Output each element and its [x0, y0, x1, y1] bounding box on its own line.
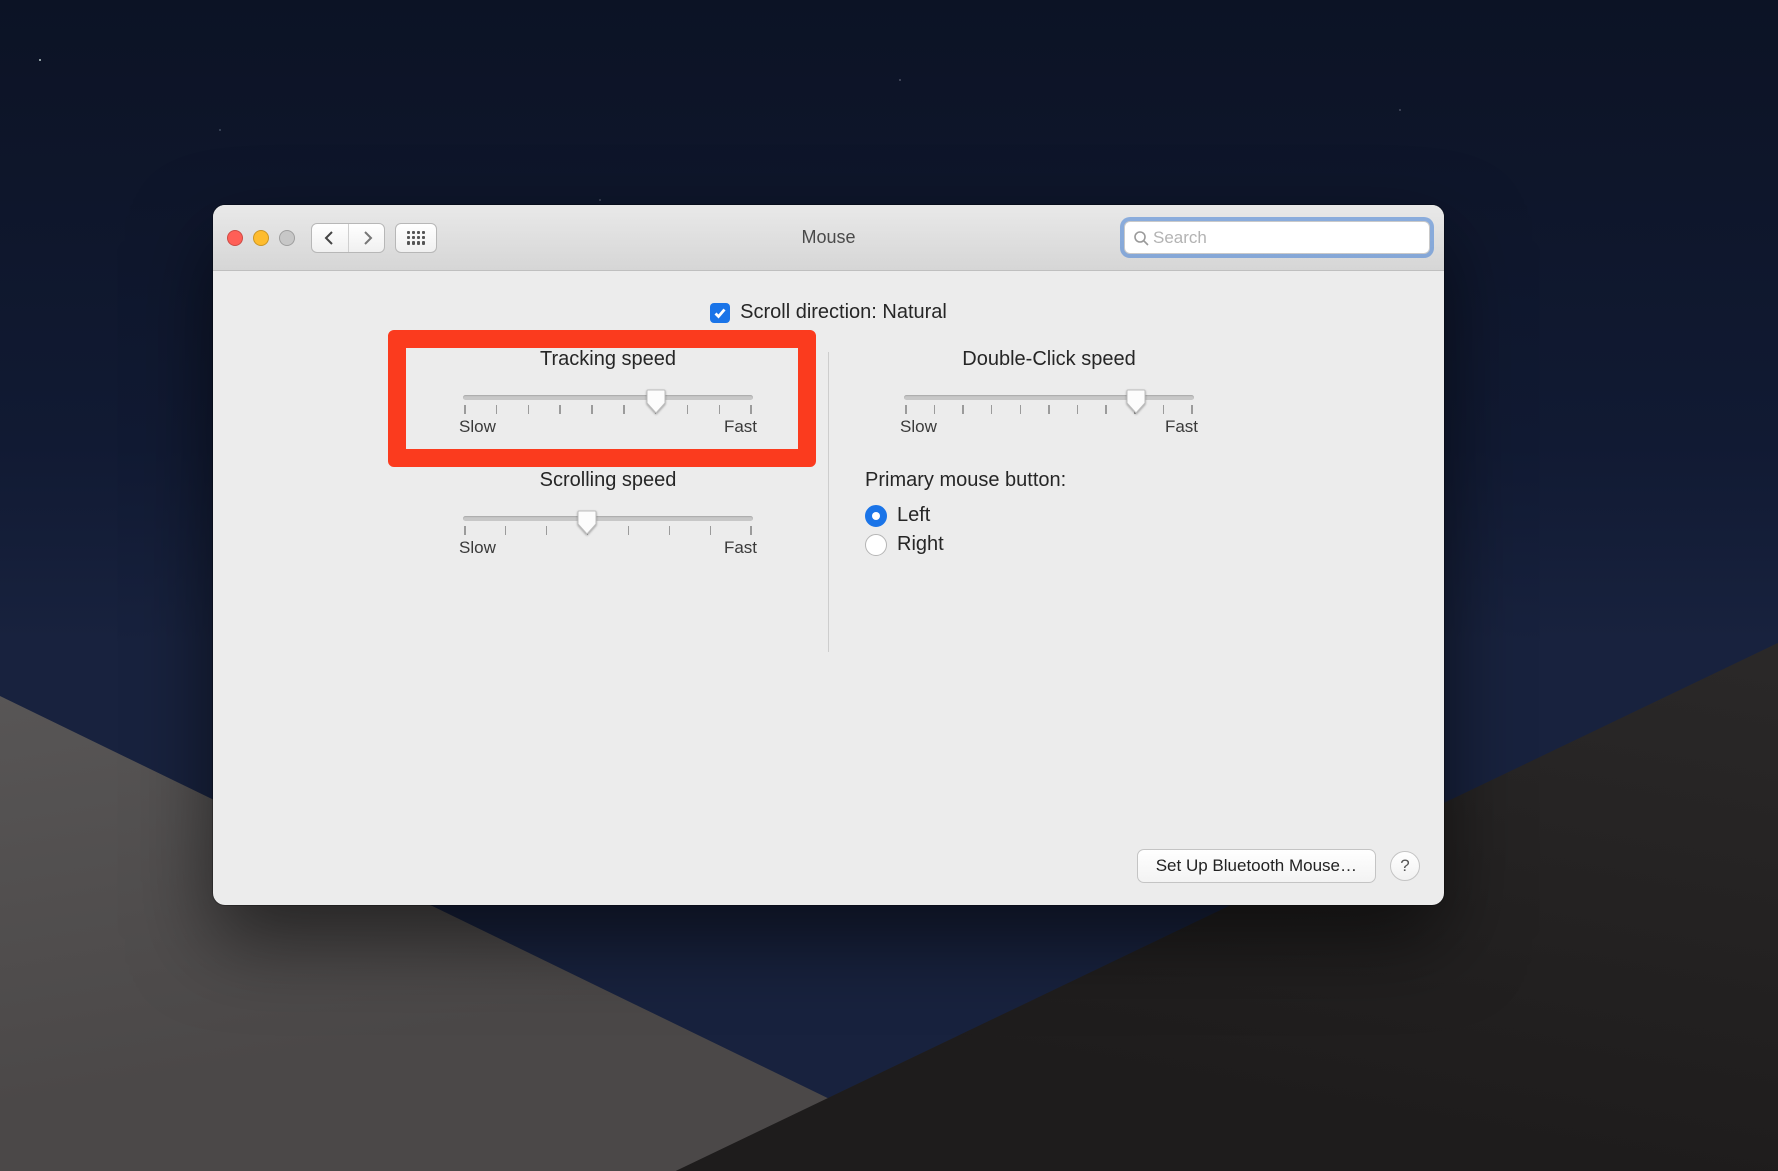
scroll-direction-row: Scroll direction: Natural [213, 301, 1444, 324]
setup-bluetooth-mouse-button[interactable]: Set Up Bluetooth Mouse… [1137, 849, 1376, 883]
primary-button-left-row[interactable]: Left [865, 504, 1239, 527]
right-column: Double-Click speed Slow Fast Primary mou… [829, 348, 1269, 652]
scrolling-speed-slider[interactable]: Slow Fast [463, 508, 753, 556]
pane-content: Scroll direction: Natural Tracking speed… [213, 271, 1444, 905]
scrolling-speed-title: Scrolling speed [418, 469, 798, 492]
search-input[interactable] [1153, 228, 1421, 248]
search-field[interactable] [1124, 221, 1430, 254]
close-button[interactable] [227, 230, 243, 246]
chevron-left-icon [324, 231, 336, 245]
titlebar: Mouse [213, 205, 1444, 271]
primary-button-right-row[interactable]: Right [865, 533, 1239, 556]
primary-button-title: Primary mouse button: [865, 469, 1239, 492]
slider-min-label: Slow [900, 417, 937, 437]
scrolling-speed-group: Scrolling speed Slow Fast [418, 469, 798, 556]
slider-thumb[interactable] [1126, 388, 1146, 414]
show-all-button[interactable] [395, 223, 437, 253]
scroll-direction-label: Scroll direction: Natural [740, 301, 947, 324]
tracking-speed-group: Tracking speed Slow Fast [418, 348, 798, 435]
forward-button[interactable] [348, 224, 384, 252]
preferences-window: Mouse Scroll direction: Natural Tracking… [213, 205, 1444, 905]
slider-max-label: Fast [724, 538, 757, 558]
slider-max-label: Fast [724, 417, 757, 437]
radio-right[interactable] [865, 534, 887, 556]
tracking-speed-title: Tracking speed [418, 348, 798, 371]
radio-left-label: Left [897, 504, 930, 527]
search-icon [1133, 230, 1149, 246]
back-button[interactable] [312, 224, 348, 252]
double-click-speed-title: Double-Click speed [859, 348, 1239, 371]
radio-right-label: Right [897, 533, 944, 556]
footer: Set Up Bluetooth Mouse… ? [1137, 849, 1420, 883]
help-button[interactable]: ? [1390, 851, 1420, 881]
scroll-direction-checkbox[interactable] [710, 303, 730, 323]
slider-thumb[interactable] [646, 388, 666, 414]
grid-icon [407, 231, 425, 245]
left-column: Tracking speed Slow Fast Scrolling speed [388, 348, 828, 652]
slider-min-label: Slow [459, 538, 496, 558]
double-click-speed-group: Double-Click speed Slow Fast [859, 348, 1239, 435]
slider-min-label: Slow [459, 417, 496, 437]
check-icon [713, 306, 727, 320]
traffic-lights [227, 230, 295, 246]
chevron-right-icon [361, 231, 373, 245]
slider-thumb[interactable] [577, 509, 597, 535]
tracking-speed-slider[interactable]: Slow Fast [463, 387, 753, 435]
radio-left[interactable] [865, 505, 887, 527]
double-click-speed-slider[interactable]: Slow Fast [904, 387, 1194, 435]
nav-back-forward [311, 223, 385, 253]
minimize-button[interactable] [253, 230, 269, 246]
zoom-button[interactable] [279, 230, 295, 246]
slider-max-label: Fast [1165, 417, 1198, 437]
